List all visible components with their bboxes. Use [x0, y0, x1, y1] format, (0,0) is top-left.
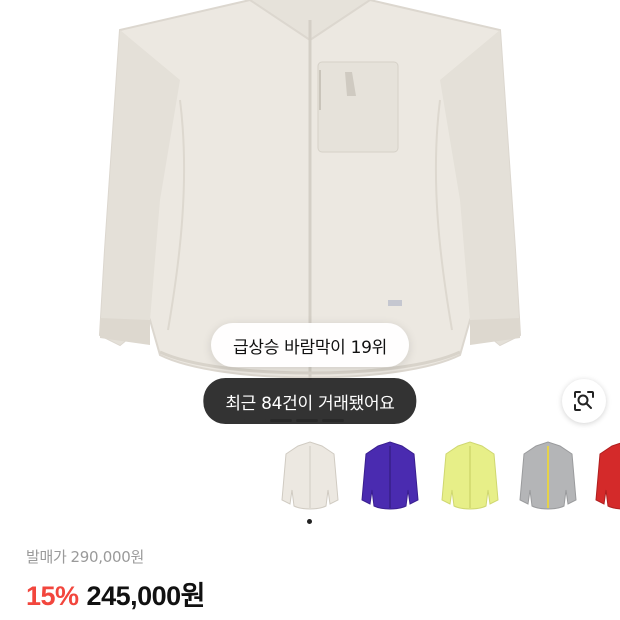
- original-price-label: 발매가: [26, 548, 67, 566]
- sale-price-row: 15% 245,000원: [26, 574, 586, 613]
- gallery-progress: [244, 419, 344, 422]
- variant-thumb-red[interactable]: [588, 440, 620, 516]
- variant-thumb-purple[interactable]: [354, 440, 426, 516]
- gallery-progress-segment: [296, 419, 318, 422]
- image-search-button[interactable]: [562, 379, 606, 423]
- trade-count-badge[interactable]: 최근 84건이 거래됐어요: [203, 378, 417, 424]
- color-variant-list[interactable]: [0, 440, 620, 530]
- ranking-badge[interactable]: 급상승 바람막이 19위: [211, 323, 409, 367]
- price-section: 발매가 290,000원 15% 245,000원: [26, 546, 586, 613]
- gallery-progress-segment: [270, 419, 292, 422]
- image-search-icon: [574, 391, 594, 411]
- variant-thumb-grey[interactable]: [512, 440, 584, 516]
- selected-variant-indicator: [307, 519, 312, 524]
- original-price-row: 발매가 290,000원: [26, 546, 586, 568]
- gallery-progress-segment: [244, 419, 266, 422]
- original-price: 290,000원: [70, 548, 145, 566]
- gallery-progress-segment: [322, 419, 344, 422]
- product-image-gallery[interactable]: 급상승 바람막이 19위 최근 84건이 거래됐어요: [0, 0, 620, 430]
- variant-thumb-lime[interactable]: [434, 440, 506, 516]
- discount-rate: 15%: [26, 581, 79, 611]
- sale-price: 245,000원: [86, 581, 206, 611]
- variant-thumb-beige[interactable]: [274, 440, 346, 516]
